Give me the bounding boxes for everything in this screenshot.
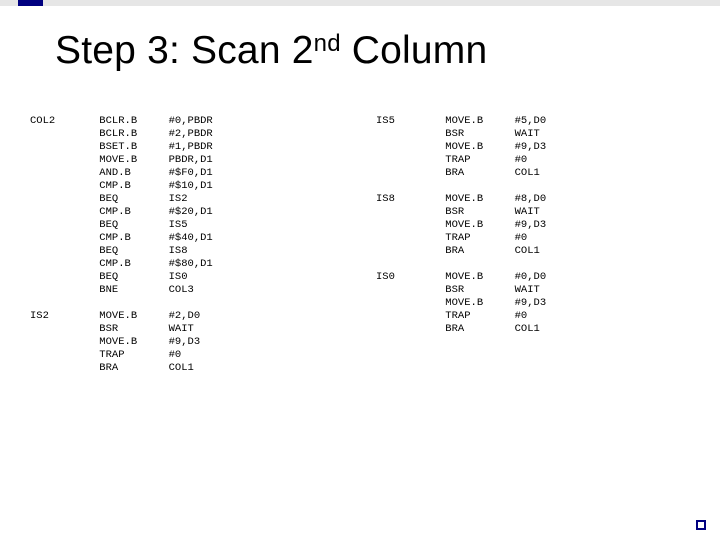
slide-title: Step 3: Scan 2nd Column: [55, 28, 487, 73]
top-bar: [0, 0, 720, 6]
accent-block: [18, 0, 43, 6]
code-column-right: IS5 MOVE.B #5,D0 BSR WAIT MOVE.B #9,D3 T…: [344, 115, 690, 520]
code-column-left: COL2 BCLR.B #0,PBDR BCLR.B #2,PBDR BSET.…: [30, 115, 344, 520]
slide: Step 3: Scan 2nd Column COL2 BCLR.B #0,P…: [0, 0, 720, 540]
footer-marker: [696, 520, 706, 530]
content-area: COL2 BCLR.B #0,PBDR BCLR.B #2,PBDR BSET.…: [30, 115, 690, 520]
